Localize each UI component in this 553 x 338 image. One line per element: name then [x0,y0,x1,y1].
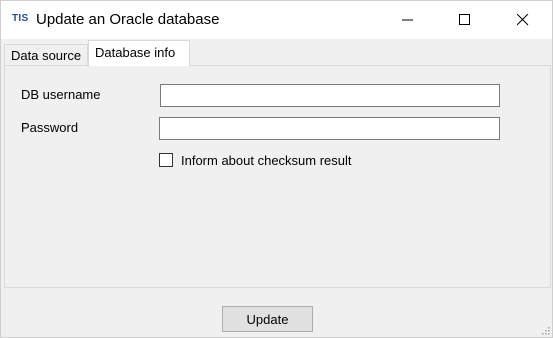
maximize-button[interactable] [442,1,488,39]
title-bar[interactable]: TIS Update an Oracle database [1,1,552,39]
window-title: Update an Oracle database [36,11,220,28]
app-window: TIS Update an Oracle database Data sourc… [0,0,553,338]
password-label: Password [21,120,79,135]
minimize-icon [402,19,413,21]
resize-grip-icon[interactable] [540,325,550,335]
checksum-checkbox[interactable] [159,153,173,167]
close-button[interactable] [500,1,546,39]
app-icon: TIS [12,13,29,24]
checksum-label[interactable]: Inform about checksum result [181,153,352,168]
tab-data-source[interactable]: Data source [4,44,88,65]
database-info-panel: DB username Password Inform about checks… [4,65,551,288]
close-icon [517,14,529,26]
db-username-input[interactable] [160,84,500,107]
password-input[interactable] [159,117,500,140]
minimize-button[interactable] [385,1,431,39]
tab-database-info[interactable]: Database info [88,40,190,66]
update-button[interactable]: Update [222,306,313,332]
db-username-label: DB username [21,87,101,102]
maximize-icon [459,14,470,25]
